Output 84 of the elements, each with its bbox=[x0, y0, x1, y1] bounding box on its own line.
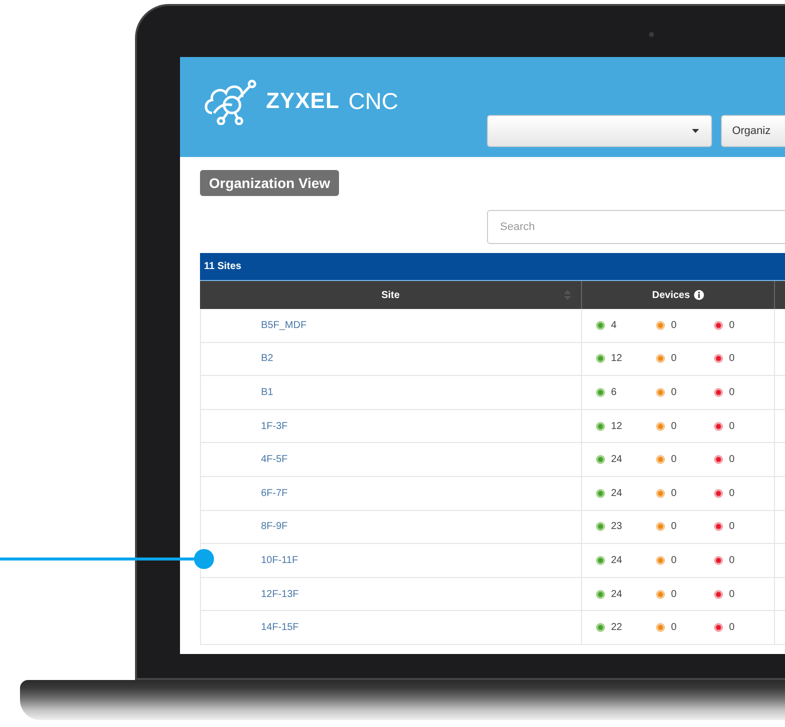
status-dot-icon bbox=[596, 488, 605, 498]
device-count: 24 bbox=[611, 488, 622, 499]
status-dot-icon bbox=[656, 388, 665, 397]
site-link[interactable]: B5F_MDF bbox=[261, 320, 307, 331]
device-count: 0 bbox=[729, 454, 735, 466]
device-count: 12 bbox=[611, 420, 622, 432]
sort-icon[interactable] bbox=[564, 290, 571, 300]
status-dot-icon bbox=[596, 422, 605, 431]
status-dot-icon bbox=[714, 522, 723, 532]
status-dot-icon bbox=[714, 422, 723, 431]
logo-text: ZYXEL bbox=[266, 88, 340, 114]
dropdown-field[interactable] bbox=[487, 115, 712, 147]
device-count: 23 bbox=[611, 521, 622, 532]
device-count: 0 bbox=[729, 521, 735, 532]
site-link[interactable]: 12F-13F bbox=[261, 588, 299, 600]
view-label: Organization View bbox=[200, 170, 340, 196]
status-dot-icon bbox=[714, 623, 723, 632]
status-dot-icon bbox=[656, 488, 665, 498]
camera-icon bbox=[649, 32, 654, 37]
status-dot-icon bbox=[656, 354, 665, 364]
status-dot-icon bbox=[714, 455, 723, 464]
info-icon bbox=[694, 290, 704, 300]
caret-icon bbox=[692, 129, 700, 133]
status-dot-icon bbox=[596, 388, 605, 397]
device-count: 0 bbox=[729, 554, 735, 566]
status-dot-icon bbox=[596, 522, 605, 532]
status-dot-icon bbox=[656, 522, 665, 532]
status-dot-icon bbox=[596, 455, 605, 464]
device-count: 4 bbox=[611, 320, 617, 331]
site-link[interactable]: 1F-3F bbox=[261, 420, 288, 432]
site-link[interactable]: 10F-11F bbox=[261, 554, 298, 566]
site-link[interactable]: 8F-9F bbox=[261, 521, 288, 532]
status-dot-icon bbox=[656, 556, 665, 565]
device-count: 0 bbox=[729, 320, 735, 331]
device-count: 0 bbox=[671, 353, 677, 364]
status-dot-icon bbox=[656, 422, 665, 431]
device-count: 0 bbox=[671, 588, 677, 600]
status-dot-icon bbox=[714, 556, 723, 565]
status-dot-icon bbox=[714, 488, 723, 498]
device-count: 6 bbox=[611, 386, 617, 398]
device-count: 0 bbox=[671, 454, 677, 466]
status-dot-icon bbox=[714, 590, 723, 599]
status-dot-icon bbox=[656, 455, 665, 464]
device-count: 12 bbox=[611, 353, 622, 364]
site-link[interactable]: B1 bbox=[261, 386, 274, 398]
site-link[interactable]: 14F-15F bbox=[261, 622, 299, 634]
status-dot-icon bbox=[714, 388, 723, 397]
device-count: 0 bbox=[729, 420, 735, 432]
status-dot-icon bbox=[714, 320, 723, 330]
status-dot-icon bbox=[596, 556, 605, 565]
device-count: 0 bbox=[671, 320, 677, 331]
search-field[interactable]: Search bbox=[487, 210, 785, 244]
column-header[interactable]: Site bbox=[200, 281, 582, 309]
device-count: 0 bbox=[671, 554, 677, 566]
status-dot-icon bbox=[596, 354, 605, 364]
table-title: 11 Sites bbox=[204, 261, 242, 272]
column-label: Devices bbox=[652, 290, 690, 300]
device-count: 0 bbox=[671, 488, 677, 499]
device-count: 0 bbox=[729, 353, 735, 364]
logo-text: CNC bbox=[348, 88, 398, 114]
status-dot-icon bbox=[714, 354, 723, 364]
organization-button[interactable]: Organiz bbox=[721, 115, 785, 147]
device-count: 0 bbox=[729, 386, 735, 398]
status-dot-icon bbox=[596, 320, 605, 330]
device-count: 0 bbox=[671, 622, 677, 634]
site-link[interactable]: 4F-5F bbox=[261, 454, 288, 466]
device-count: 0 bbox=[671, 420, 677, 432]
status-dot-icon bbox=[596, 590, 605, 599]
device-count: 0 bbox=[671, 521, 677, 532]
device-count: 24 bbox=[611, 554, 622, 566]
device-count: 0 bbox=[671, 386, 677, 398]
column-label: Site bbox=[381, 290, 400, 300]
status-dot-icon bbox=[656, 320, 665, 330]
device-count: 24 bbox=[611, 454, 622, 466]
device-count: 0 bbox=[729, 588, 735, 600]
site-link[interactable]: 6F-7F bbox=[261, 488, 288, 499]
device-count: 24 bbox=[611, 588, 622, 600]
status-dot-icon bbox=[656, 623, 665, 632]
status-dot-icon bbox=[596, 623, 605, 632]
device-count: 0 bbox=[729, 488, 735, 499]
device-count: 0 bbox=[729, 622, 735, 634]
status-dot-icon bbox=[656, 590, 665, 599]
site-link[interactable]: B2 bbox=[261, 353, 274, 364]
device-count: 22 bbox=[611, 622, 622, 634]
